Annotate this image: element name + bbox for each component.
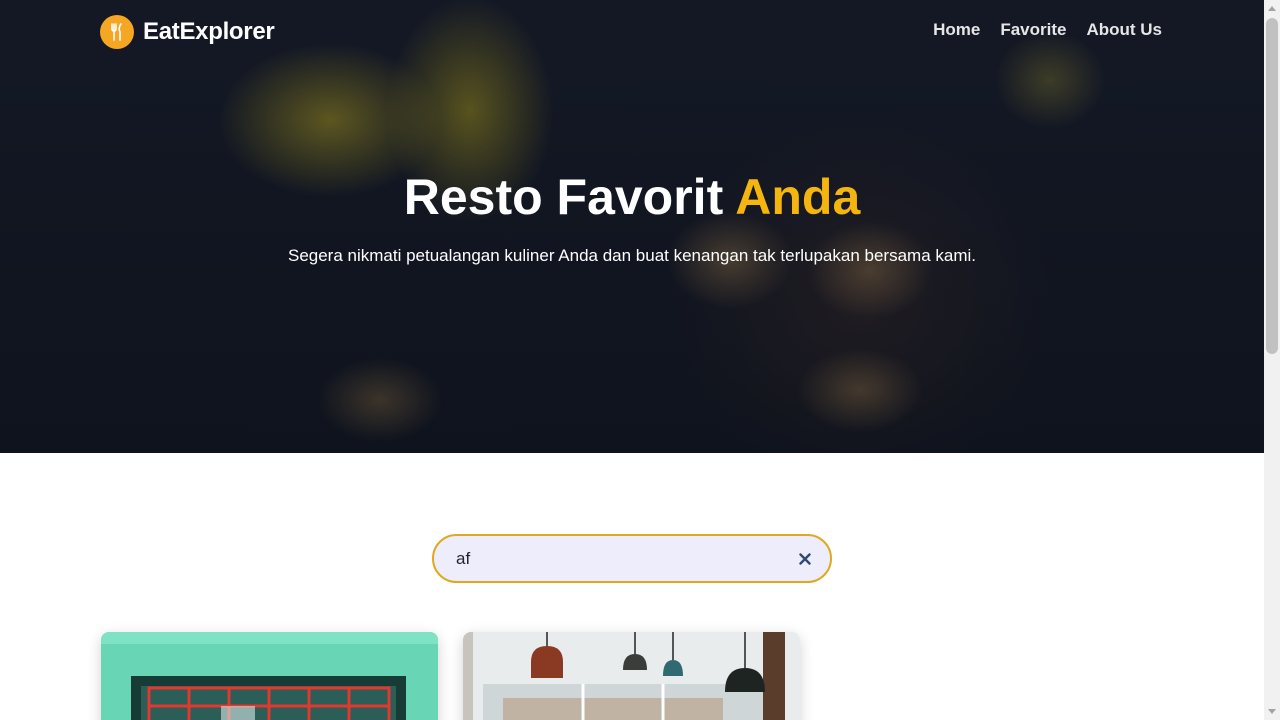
scroll-down-arrow-icon[interactable] bbox=[1268, 709, 1276, 714]
brand-logo[interactable]: EatExplorer bbox=[100, 15, 275, 49]
restaurant-card[interactable] bbox=[463, 632, 800, 720]
hero-banner bbox=[0, 0, 1264, 453]
scroll-thumb[interactable] bbox=[1266, 18, 1278, 354]
restaurant-storefront-image bbox=[101, 632, 438, 720]
restaurant-card[interactable] bbox=[101, 632, 438, 720]
brand-name: EatExplorer bbox=[143, 18, 275, 45]
page-scrollbar[interactable] bbox=[1264, 0, 1280, 720]
scroll-up-arrow-icon[interactable] bbox=[1268, 6, 1276, 11]
hero-subtitle: Segera nikmati petualangan kuliner Anda … bbox=[287, 246, 976, 265]
nav-link-home[interactable]: Home bbox=[933, 20, 980, 40]
navbar: EatExplorer Home Favorite About Us bbox=[0, 0, 1264, 64]
restaurant-interior-image bbox=[463, 632, 800, 720]
fork-knife-icon bbox=[100, 15, 134, 49]
hero-title-accent: Anda bbox=[735, 169, 861, 225]
nav-link-favorite[interactable]: Favorite bbox=[1000, 20, 1066, 40]
search-bar bbox=[432, 534, 832, 583]
nav-link-about-us[interactable]: About Us bbox=[1086, 20, 1162, 40]
hero-title: Resto Favorit Anda bbox=[0, 168, 1264, 226]
search-input[interactable] bbox=[456, 548, 776, 569]
nav-links: Home Favorite About Us bbox=[933, 20, 1162, 40]
hero-title-main: Resto Favorit bbox=[403, 169, 724, 225]
close-icon[interactable] bbox=[796, 550, 814, 568]
